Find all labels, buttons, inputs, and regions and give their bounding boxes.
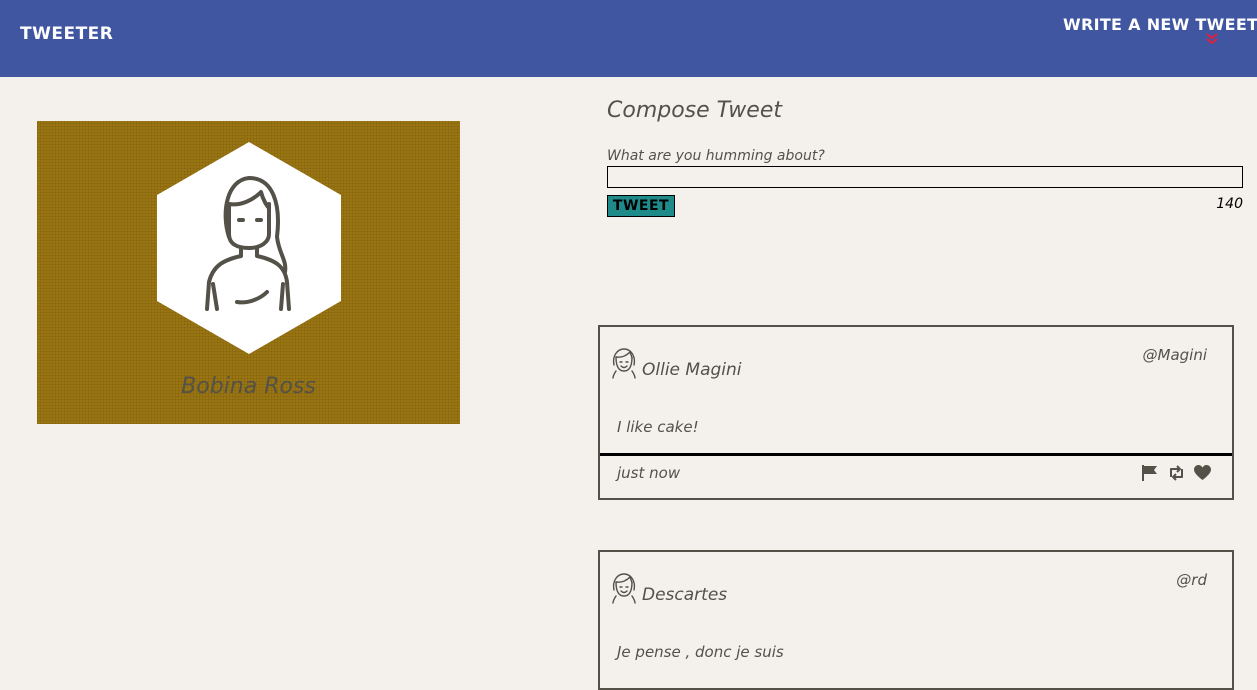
- female-avatar-icon: [157, 142, 341, 354]
- tweet-text-input[interactable]: [607, 166, 1243, 188]
- tweet-author-name: Descartes: [642, 585, 728, 605]
- tweet-card: Ollie Magini @Magini I like cake! just n…: [598, 325, 1234, 500]
- profile-name: Bobina Ross: [181, 374, 316, 399]
- double-chevron-down-icon[interactable]: [1205, 32, 1219, 46]
- flag-icon[interactable]: [1141, 464, 1160, 482]
- female-avatar-icon: [612, 573, 636, 604]
- retweet-icon[interactable]: [1167, 464, 1186, 482]
- tweet-text: Je pense , donc je suis: [617, 643, 784, 661]
- tweet-footer: just now: [600, 453, 1232, 498]
- tweet-author-name: Ollie Magini: [642, 360, 742, 380]
- brand-logo[interactable]: TWEETER: [20, 24, 113, 44]
- tweet-text: I like cake!: [617, 418, 699, 436]
- compose-title: Compose Tweet: [607, 98, 783, 123]
- tweet-card: Descartes @rd Je pense , donc je suis: [598, 550, 1234, 690]
- tweet-author-handle: @rd: [1176, 571, 1207, 589]
- write-new-tweet-button[interactable]: WRITE A NEW TWEET: [1063, 15, 1257, 46]
- tweet-actions: [1141, 464, 1212, 482]
- profile-card: Bobina Ross: [37, 121, 460, 424]
- top-navbar: TWEETER WRITE A NEW TWEET: [0, 0, 1257, 77]
- tweet-timestamp: just now: [617, 464, 681, 482]
- character-counter: 140: [1216, 196, 1243, 212]
- heart-icon[interactable]: [1193, 464, 1212, 482]
- write-new-tweet-label: WRITE A NEW TWEET: [1063, 15, 1257, 34]
- female-avatar-icon: [612, 348, 636, 379]
- compose-label: What are you humming about?: [607, 148, 825, 164]
- tweet-submit-button[interactable]: TWEET: [607, 195, 675, 217]
- tweet-author-handle: @Magini: [1142, 346, 1208, 364]
